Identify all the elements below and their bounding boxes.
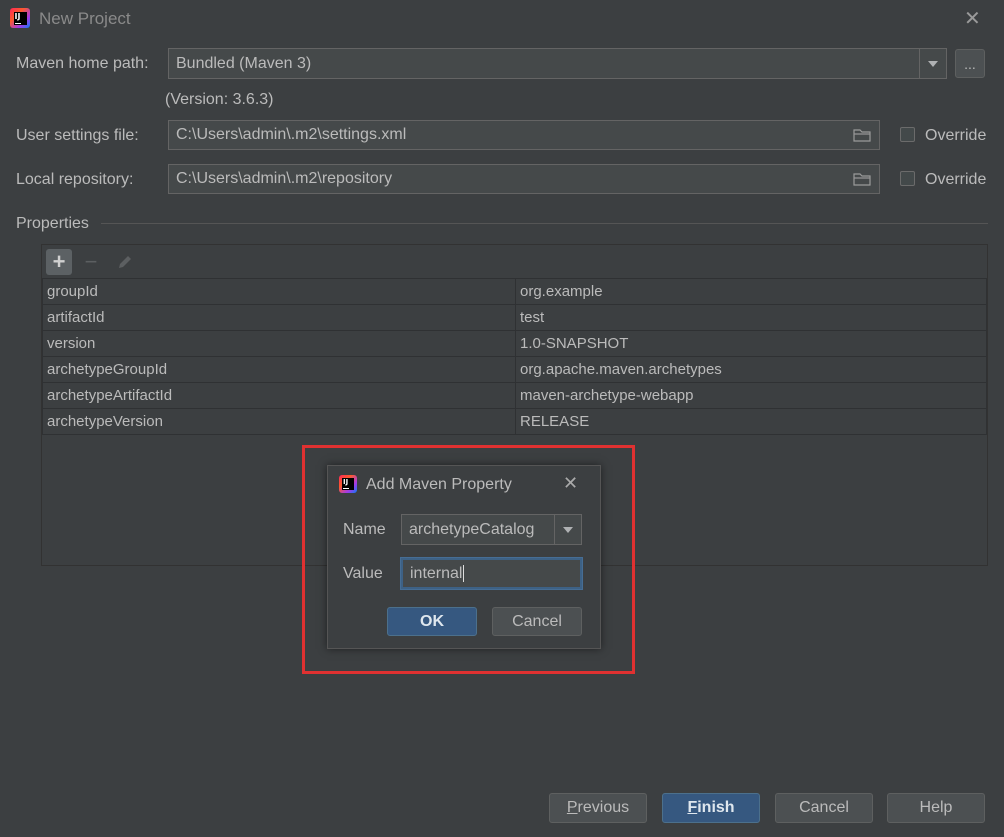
dialog-cancel-button[interactable]: Cancel bbox=[492, 607, 582, 636]
help-button[interactable]: Help bbox=[887, 793, 985, 823]
property-value: org.example bbox=[515, 278, 987, 305]
user-settings-override-checkbox[interactable] bbox=[900, 127, 915, 142]
window-title: New Project bbox=[39, 9, 131, 28]
finish-label: Finish bbox=[687, 799, 735, 816]
properties-section-label: Properties bbox=[16, 215, 89, 232]
property-value: RELEASE bbox=[515, 408, 987, 435]
name-value: archetypeCatalog bbox=[409, 520, 535, 538]
ok-button[interactable]: OK bbox=[387, 607, 477, 636]
value-text: internal bbox=[410, 564, 463, 582]
window-close-icon[interactable]: ✕ bbox=[964, 6, 981, 31]
previous-button[interactable]: Previous bbox=[549, 793, 647, 823]
pencil-icon[interactable] bbox=[112, 249, 138, 275]
minus-icon[interactable]: − bbox=[78, 249, 104, 275]
table-row[interactable]: groupId org.example bbox=[42, 278, 987, 305]
intellij-app-icon: IJ bbox=[10, 8, 30, 28]
table-row[interactable]: archetypeGroupId org.apache.maven.archety… bbox=[42, 356, 987, 383]
value-input[interactable]: internal bbox=[401, 558, 582, 589]
maven-home-combobox[interactable]: Bundled (Maven 3) bbox=[168, 48, 947, 79]
value-label: Value bbox=[343, 565, 383, 582]
local-repo-field[interactable]: C:\Users\admin\.m2\repository bbox=[168, 164, 880, 194]
name-label: Name bbox=[343, 521, 386, 538]
properties-separator bbox=[101, 223, 988, 224]
properties-table: groupId org.example artifactId test versio… bbox=[42, 278, 987, 435]
table-row[interactable]: artifactId test bbox=[42, 304, 987, 331]
local-repo-override-checkbox[interactable] bbox=[900, 171, 915, 186]
user-settings-value: C:\Users\admin\.m2\settings.xml bbox=[176, 126, 407, 143]
plus-icon[interactable]: + bbox=[46, 249, 72, 275]
maven-home-label: Maven home path: bbox=[16, 55, 149, 72]
chevron-down-icon[interactable] bbox=[919, 49, 946, 78]
cancel-button[interactable]: Cancel bbox=[775, 793, 873, 823]
folder-icon[interactable] bbox=[853, 173, 871, 186]
property-name: groupId bbox=[42, 278, 516, 305]
property-value: maven-archetype-webapp bbox=[515, 382, 987, 409]
previous-label: Previous bbox=[566, 799, 630, 816]
intellij-app-icon: IJ bbox=[339, 475, 357, 493]
maven-home-value: Bundled (Maven 3) bbox=[176, 54, 312, 72]
property-value: org.apache.maven.archetypes bbox=[515, 356, 987, 383]
name-combobox[interactable]: archetypeCatalog bbox=[401, 514, 582, 545]
folder-icon[interactable] bbox=[853, 129, 871, 142]
maven-home-browse-button[interactable]: ... bbox=[955, 49, 985, 78]
property-name: archetypeVersion bbox=[42, 408, 516, 435]
local-repo-override-label: Override bbox=[925, 171, 987, 188]
property-name: version bbox=[42, 330, 516, 357]
property-value: 1.0-SNAPSHOT bbox=[515, 330, 987, 357]
property-name: archetypeArtifactId bbox=[42, 382, 516, 409]
finish-button[interactable]: Finish bbox=[662, 793, 760, 823]
dialog-close-icon[interactable]: ✕ bbox=[563, 473, 578, 494]
text-caret bbox=[463, 565, 465, 582]
table-row[interactable]: archetypeArtifactId maven-archetype-webap… bbox=[42, 382, 987, 409]
property-name: artifactId bbox=[42, 304, 516, 331]
property-name: archetypeGroupId bbox=[42, 356, 516, 383]
property-value: test bbox=[515, 304, 987, 331]
table-row[interactable]: version 1.0-SNAPSHOT bbox=[42, 330, 987, 357]
table-row[interactable]: archetypeVersion RELEASE bbox=[42, 408, 987, 435]
add-property-dialog: IJ Add Maven Property ✕ Name archetypeCa… bbox=[327, 465, 601, 649]
chevron-down-icon[interactable] bbox=[554, 515, 581, 544]
user-settings-field[interactable]: C:\Users\admin\.m2\settings.xml bbox=[168, 120, 880, 150]
user-settings-override-label: Override bbox=[925, 127, 987, 144]
properties-toolbar: + − bbox=[42, 245, 987, 278]
user-settings-label: User settings file: bbox=[16, 127, 139, 144]
dialog-title: Add Maven Property bbox=[366, 476, 512, 493]
local-repo-value: C:\Users\admin\.m2\repository bbox=[176, 170, 393, 187]
maven-version-text: (Version: 3.6.3) bbox=[165, 91, 274, 108]
local-repo-label: Local repository: bbox=[16, 171, 134, 188]
